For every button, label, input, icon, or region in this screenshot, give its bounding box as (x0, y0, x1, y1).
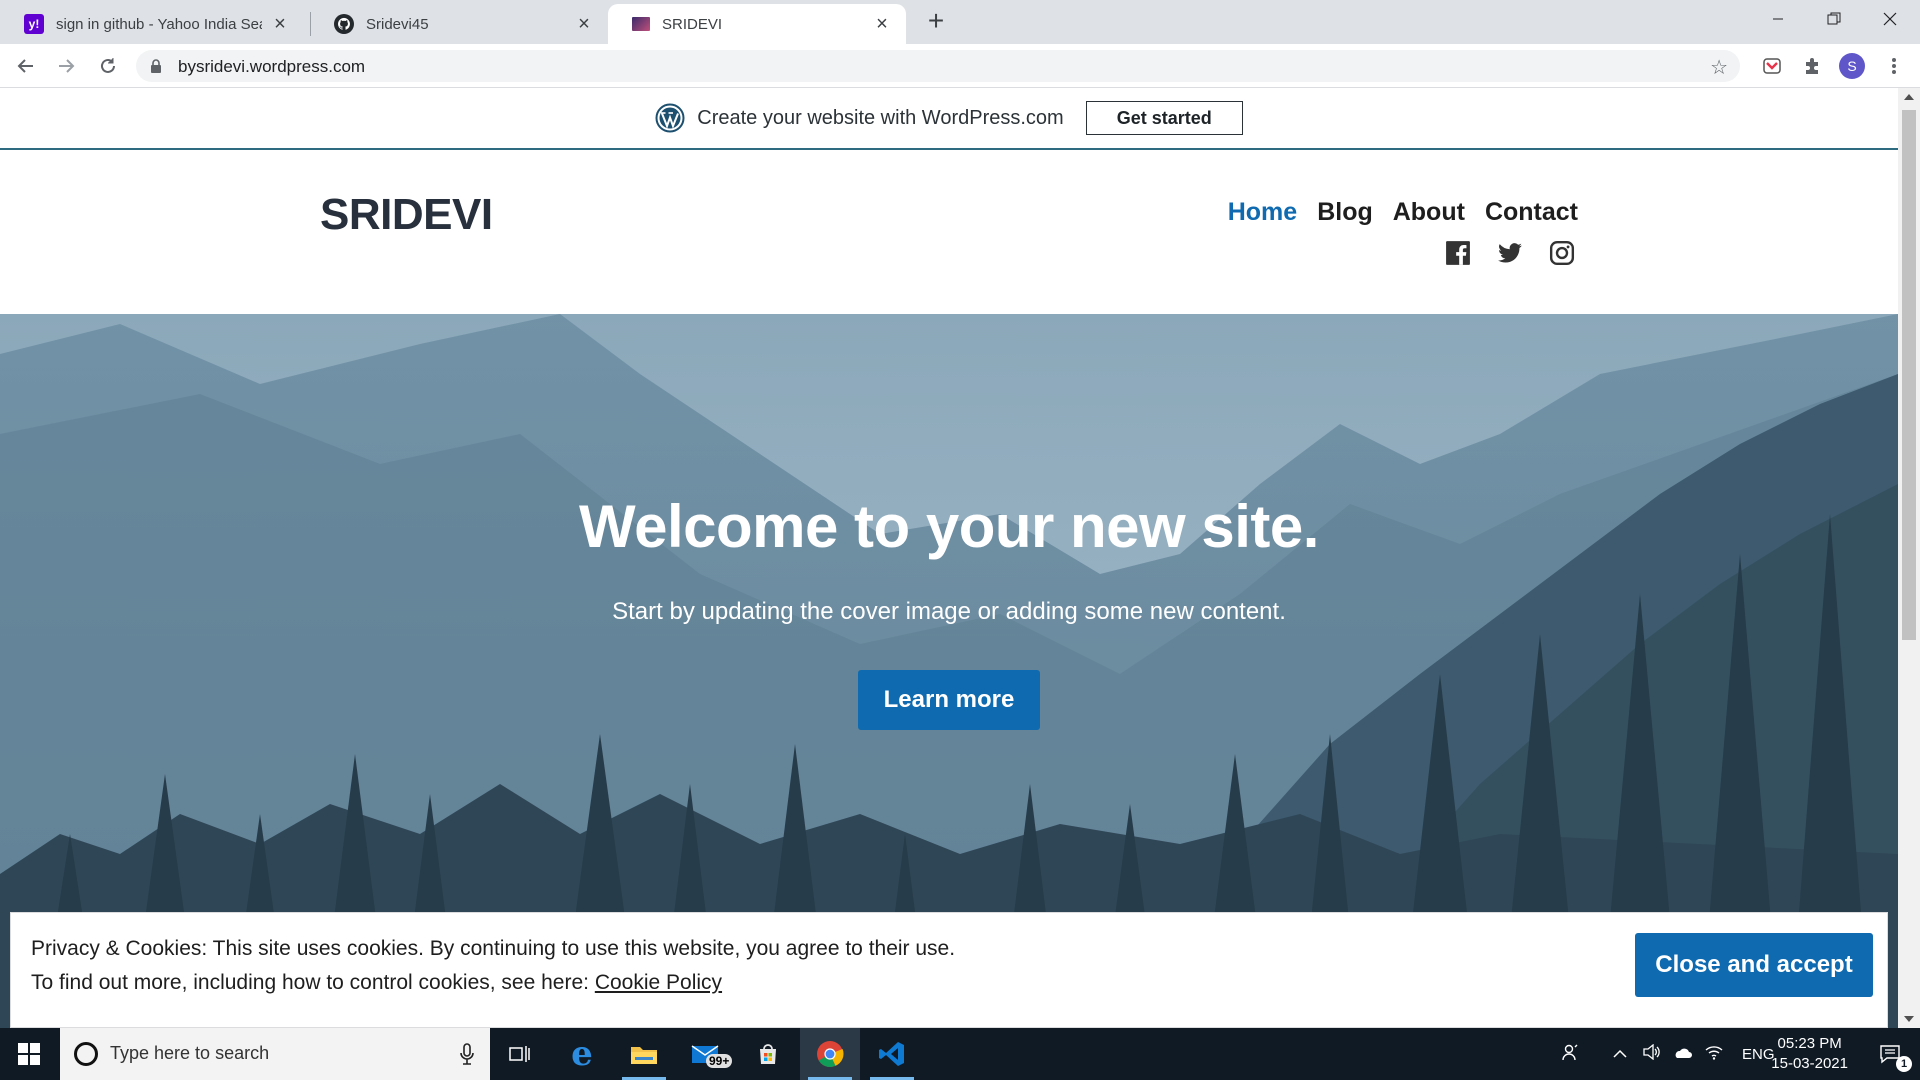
cookie-notice-text: Privacy & Cookies: This site uses cookie… (31, 937, 956, 960)
microsoft-store-icon[interactable] (738, 1028, 798, 1080)
pocket-extension-icon[interactable] (1758, 52, 1786, 80)
nav-item-blog[interactable]: Blog (1317, 198, 1373, 227)
clock-time: 05:23 PM (1777, 1035, 1842, 1052)
mail-icon[interactable]: 99+ (676, 1028, 736, 1080)
clock-date: 15-03-2021 (1771, 1055, 1848, 1072)
windows-start-icon[interactable] (0, 1028, 58, 1080)
scrollbar-thumb[interactable] (1902, 110, 1916, 640)
cookie-policy-link[interactable]: Cookie Policy (595, 971, 722, 994)
task-view-icon[interactable] (490, 1028, 550, 1080)
vscode-icon[interactable] (862, 1028, 922, 1080)
close-tab-icon[interactable]: × (872, 14, 892, 34)
social-links (1445, 240, 1575, 266)
cover-subtitle: Start by updating the cover image or add… (612, 598, 1286, 625)
back-arrow-icon[interactable] (12, 52, 40, 80)
volume-icon[interactable] (1638, 1043, 1666, 1064)
instagram-icon[interactable] (1549, 240, 1575, 266)
forward-arrow-icon[interactable] (52, 52, 80, 80)
windows-taskbar: Type here to search e 99+ ENG 05:23 PM 1… (0, 1028, 1920, 1080)
new-tab-plus-icon[interactable]: + (922, 7, 950, 36)
cortana-icon[interactable] (74, 1042, 98, 1066)
edge-browser-icon[interactable]: e (552, 1028, 612, 1080)
file-explorer-icon[interactable] (614, 1028, 674, 1080)
address-bar[interactable]: bysridevi.wordpress.com ☆ (136, 50, 1740, 82)
taskbar-search-box[interactable]: Type here to search (60, 1028, 490, 1080)
minimize-icon[interactable] (1750, 0, 1806, 38)
people-icon[interactable] (1552, 1043, 1588, 1065)
tab-title: SRIDEVI (662, 15, 723, 33)
nav-item-contact[interactable]: Contact (1485, 198, 1578, 227)
twitter-icon[interactable] (1497, 240, 1523, 266)
cookie-more-info: To find out more, including how to contr… (31, 971, 722, 995)
site-icon (632, 17, 650, 31)
tab-title: Sridevi45 (366, 15, 429, 33)
close-and-accept-button[interactable]: Close and accept (1635, 933, 1873, 997)
taskbar-clock[interactable]: 05:23 PM 15-03-2021 (1771, 1034, 1848, 1074)
bookmark-star-icon[interactable]: ☆ (1710, 55, 1728, 80)
system-tray: ENG (1552, 1028, 1775, 1080)
nav-item-home[interactable]: Home (1228, 198, 1297, 227)
cookie-more-info-text: To find out more, including how to contr… (31, 971, 595, 994)
nav-item-about[interactable]: About (1393, 198, 1465, 227)
cover-headline: Welcome to your new site. (579, 493, 1319, 560)
learn-more-button[interactable]: Learn more (858, 670, 1040, 730)
tab-yahoo-search[interactable]: y! sign in github - Yahoo India Search × (0, 4, 304, 44)
tab-title: sign in github - Yahoo India Search (56, 15, 262, 33)
wordpress-banner-text: Create your website with WordPress.com (697, 106, 1064, 129)
language-indicator[interactable]: ENG (1742, 1046, 1775, 1063)
taskbar-search-placeholder: Type here to search (110, 1043, 270, 1063)
avatar: S (1839, 53, 1865, 79)
wordpress-logo-icon[interactable] (655, 103, 685, 133)
scroll-down-icon[interactable] (1904, 1016, 1914, 1022)
cookie-banner: Privacy & Cookies: This site uses cookie… (10, 912, 1888, 1028)
tab-sridevi[interactable]: SRIDEVI × (608, 4, 906, 44)
microphone-icon[interactable] (460, 1043, 474, 1070)
tab-github[interactable]: Sridevi45 × (310, 4, 608, 44)
close-tab-icon[interactable]: × (574, 14, 594, 34)
mail-badge: 99+ (706, 1054, 733, 1068)
get-started-button[interactable]: Get started (1085, 101, 1243, 135)
page-scrollbar[interactable] (1898, 88, 1920, 1028)
wifi-icon[interactable] (1698, 1044, 1730, 1064)
chrome-icon[interactable] (800, 1028, 860, 1080)
extensions-puzzle-icon[interactable] (1798, 52, 1826, 80)
onedrive-cloud-icon[interactable] (1666, 1046, 1698, 1063)
close-window-icon[interactable] (1862, 0, 1918, 38)
primary-nav: Home Blog About Contact (1228, 198, 1578, 227)
site-title[interactable]: SRIDEVI (320, 190, 493, 240)
github-icon (334, 14, 354, 34)
wordpress-banner: Create your website with WordPress.com G… (0, 88, 1898, 150)
notification-badge: 1 (1896, 1056, 1912, 1072)
url-text: bysridevi.wordpress.com (178, 57, 366, 76)
close-tab-icon[interactable]: × (270, 14, 290, 34)
profile-avatar-icon[interactable]: S (1838, 52, 1866, 80)
scroll-up-icon[interactable] (1904, 94, 1914, 100)
menu-dots-icon[interactable] (1880, 52, 1908, 80)
reload-icon[interactable] (94, 52, 122, 80)
restore-icon[interactable] (1806, 0, 1862, 38)
browser-tabstrip: y! sign in github - Yahoo India Search ×… (0, 0, 1920, 44)
facebook-icon[interactable] (1445, 240, 1471, 266)
yahoo-icon: y! (24, 14, 44, 34)
lock-icon[interactable] (150, 59, 162, 78)
browser-toolbar: bysridevi.wordpress.com ☆ S (0, 44, 1920, 88)
action-center-icon[interactable]: 1 (1860, 1028, 1920, 1080)
site-header: SRIDEVI Home Blog About Contact (0, 150, 1898, 314)
page-viewport: Create your website with WordPress.com G… (0, 88, 1898, 1028)
chevron-up-icon[interactable] (1602, 1046, 1638, 1063)
